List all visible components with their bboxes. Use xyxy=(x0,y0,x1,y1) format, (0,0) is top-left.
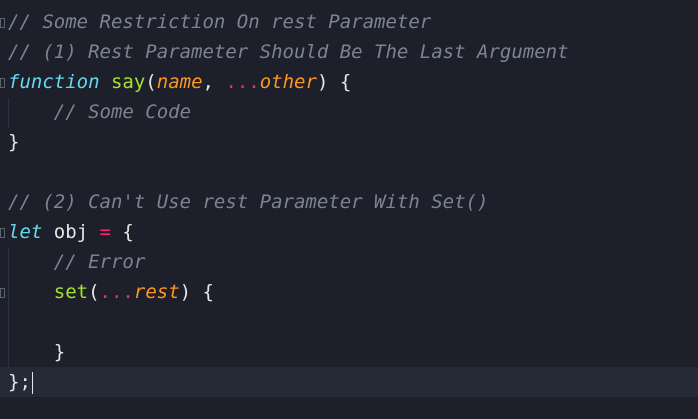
rest-parameter: other xyxy=(259,71,317,93)
paren-close: ) { xyxy=(179,281,214,303)
rest-parameter: rest xyxy=(133,281,180,303)
spread-operator: ... xyxy=(99,281,134,303)
code-line-1[interactable]: // Some Restriction On rest Parameter xyxy=(0,7,698,37)
code-line-4[interactable]: // Some Code xyxy=(0,97,698,127)
parameter: name xyxy=(156,71,203,93)
comment: // (1) Rest Parameter Should Be The Last… xyxy=(8,41,569,63)
paren-open: ( xyxy=(145,71,157,93)
code-line-6[interactable] xyxy=(0,157,698,187)
code-editor[interactable]: // Some Restriction On rest Parameter //… xyxy=(0,0,698,419)
comment: // Some Restriction On rest Parameter xyxy=(8,11,432,33)
code-line-5[interactable]: } xyxy=(0,127,698,157)
paren-close: ) { xyxy=(316,71,352,93)
comma: , xyxy=(202,71,226,93)
brace: } xyxy=(53,341,66,363)
keyword: let xyxy=(8,221,43,243)
text-caret xyxy=(31,371,34,394)
spread-operator: ... xyxy=(225,71,260,93)
comment: // Some Code xyxy=(53,101,192,123)
code-line-9[interactable]: // Error xyxy=(0,247,698,277)
code-line-7[interactable]: // (2) Can't Use rest Parameter With Set… xyxy=(0,187,698,217)
keyword: function xyxy=(8,71,100,93)
brace: { xyxy=(110,221,134,243)
variable-name: obj xyxy=(42,221,100,243)
function-name: say xyxy=(110,71,146,93)
code-line-12[interactable]: } xyxy=(0,337,698,367)
comment: // (2) Can't Use rest Parameter With Set… xyxy=(8,191,489,213)
code-line-11[interactable] xyxy=(0,307,698,337)
assign-operator: = xyxy=(99,221,111,243)
code-line-3[interactable]: function say(name, ...other) { xyxy=(0,67,698,97)
code-line-8[interactable]: let obj = { xyxy=(0,217,698,247)
paren-open: ( xyxy=(88,281,100,303)
code-line-2[interactable]: // (1) Rest Parameter Should Be The Last… xyxy=(0,37,698,67)
code-line-13[interactable]: }; xyxy=(0,367,698,397)
comment: // Error xyxy=(53,251,146,273)
method-name: set xyxy=(53,281,89,303)
code-line-10[interactable]: set(...rest) { xyxy=(0,277,698,307)
brace: } xyxy=(8,131,20,153)
brace: }; xyxy=(8,371,31,393)
